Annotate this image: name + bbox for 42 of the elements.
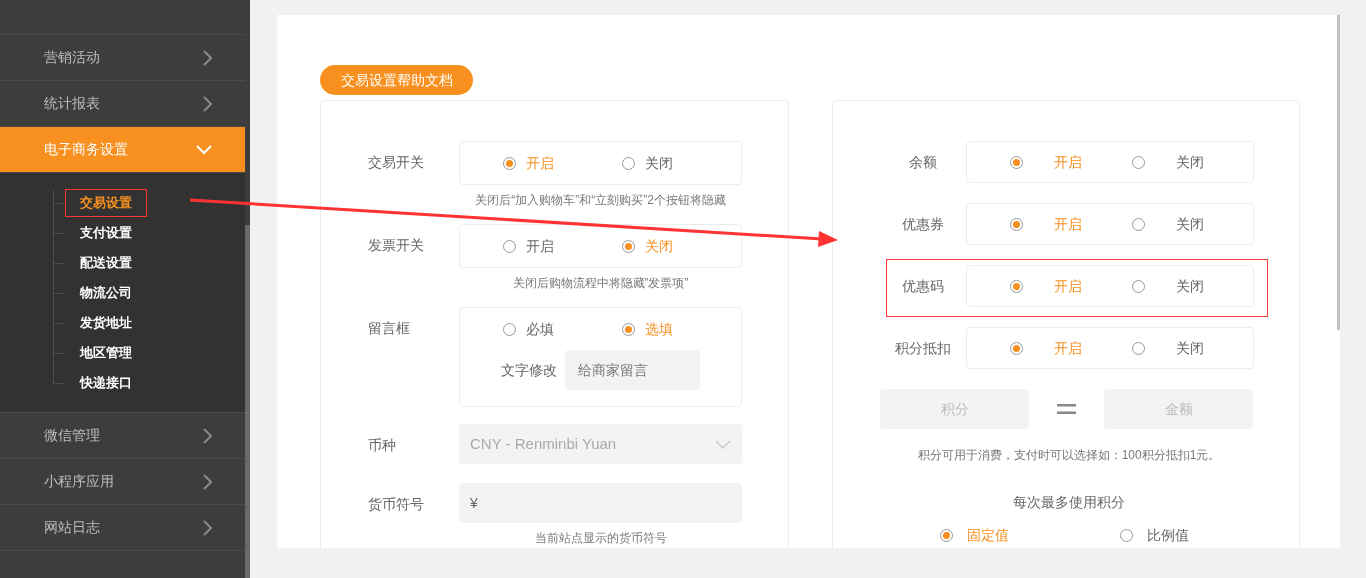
hint-text: 关闭后“加入购物车”和“立刻购买”2个按钮将隐藏 [474,192,727,209]
hint-text: 关闭后购物流程中将隐藏”发票项” [511,275,690,292]
chevron-down-icon [715,439,731,449]
scrollbar[interactable] [245,225,250,578]
submenu-item[interactable]: 发货地址 [65,309,147,337]
radio-option[interactable]: 关闭 [1131,151,1253,173]
equals-icon [1055,403,1078,415]
submenu-item[interactable]: 配送设置 [65,249,147,277]
submenu-item[interactable]: 物流公司 [65,279,147,307]
field-label: 优惠券 [901,214,945,234]
chevron-down-icon [196,144,212,155]
radio-option[interactable]: 关闭 [1131,213,1253,235]
field-label: 留言框 [368,319,411,338]
field-label: 文字修改 [501,360,557,380]
sidebar-item[interactable]: 营销活动 [0,35,245,81]
submenu-item[interactable]: 地区管理 [65,339,147,367]
text-field[interactable]: ¥ [459,483,742,523]
radio-option[interactable]: 关闭 [1131,337,1253,359]
field-label: 币种 [368,436,397,455]
hint-text: 积分可用于消费，支付时可以选择如：100积分抵扣1元。 [917,447,1221,464]
radio-option[interactable]: 关闭 [622,152,741,174]
field-label: 交易开关 [368,153,425,172]
submenu-item[interactable]: 交易设置 [65,189,147,217]
field-label: 发票开关 [368,236,425,255]
radio-option[interactable]: 关闭 [1131,275,1253,297]
radio-option[interactable]: 必填 [503,318,622,340]
chevron-right-icon [202,95,212,112]
chevron-right-icon [202,427,212,444]
section-title: 每次最多使用积分 [1013,493,1125,512]
radio-option[interactable]: 比例值 [1119,525,1299,546]
text-field[interactable]: 给商家留言 [565,350,700,390]
field-label: 优惠码 [901,276,945,296]
field-label: 余额 [908,152,938,172]
field-label: 积分抵扣 [894,338,952,358]
submenu-item[interactable]: 支付设置 [65,219,147,247]
submenu-item[interactable]: 快递接口 [65,369,147,397]
hint-text: 当前站点显示的货币符号 [533,530,668,547]
chevron-right-icon [202,519,212,536]
field-label: 货币符号 [368,495,425,514]
chevron-right-icon [202,473,212,490]
chevron-right-icon [202,49,212,66]
radio-option[interactable]: 开启 [503,235,622,257]
